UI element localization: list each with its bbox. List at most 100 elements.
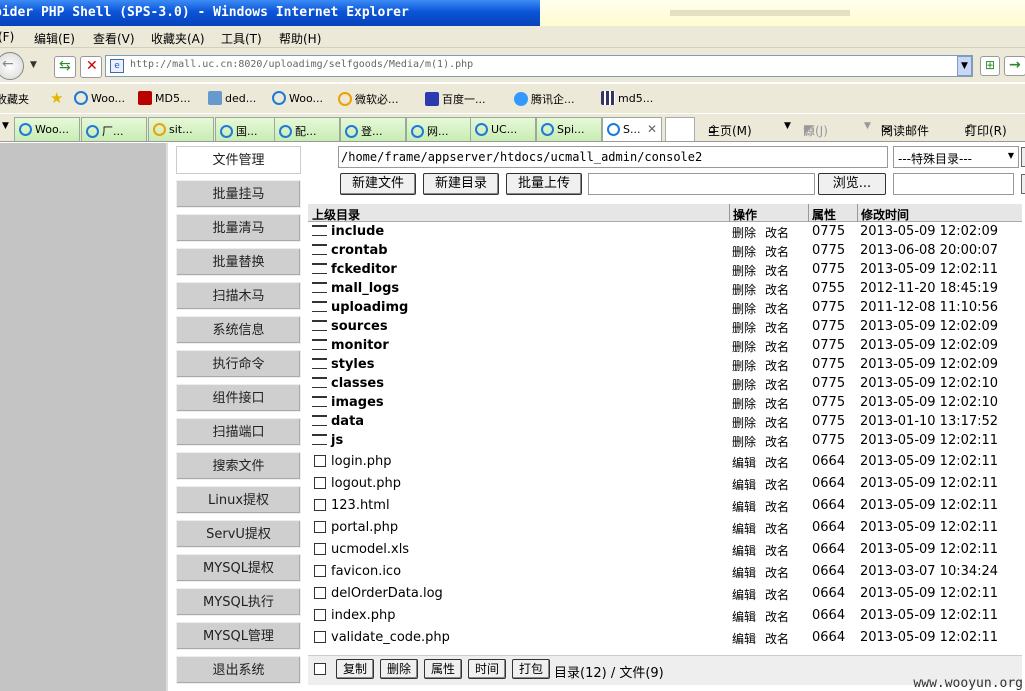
delete-action[interactable]: 删除 <box>732 376 756 393</box>
sidebar-item-10[interactable]: Linux提权 <box>176 486 301 514</box>
rename-action[interactable]: 改名 <box>765 498 789 515</box>
batch-upload-button[interactable]: 批量上传 <box>506 173 582 195</box>
attr-button[interactable]: 属性 <box>424 659 462 679</box>
go-path-button[interactable] <box>1021 147 1025 167</box>
tab-8[interactable]: UC... <box>470 117 536 141</box>
delete-action[interactable]: 删除 <box>732 338 756 355</box>
edit-action[interactable]: 编辑 <box>732 498 756 515</box>
edit-action[interactable]: 编辑 <box>732 630 756 647</box>
attr-link[interactable]: 0664 <box>812 454 845 469</box>
attr-link[interactable]: 0664 <box>812 476 845 491</box>
sidebar-item-0[interactable]: 文件管理 <box>176 146 301 174</box>
sidebar-item-5[interactable]: 系统信息 <box>176 316 301 344</box>
file-name-link[interactable]: login.php <box>314 454 392 469</box>
file-checkbox[interactable] <box>314 521 326 533</box>
address-dropdown-button[interactable]: ▼ <box>957 56 972 76</box>
file-name-link[interactable]: logout.php <box>314 476 401 491</box>
dir-name-link[interactable]: styles <box>312 357 374 372</box>
rename-action[interactable]: 改名 <box>765 454 789 471</box>
rename-action[interactable]: 改名 <box>765 395 789 412</box>
file-checkbox[interactable] <box>314 499 326 511</box>
dir-name-link[interactable]: fckeditor <box>312 262 397 277</box>
menu-file[interactable]: (F) <box>0 30 14 44</box>
attr-link[interactable]: 0664 <box>812 498 845 513</box>
fav-item-1[interactable]: Woo... <box>74 91 125 105</box>
delete-action[interactable]: 删除 <box>732 224 756 241</box>
time-button[interactable]: 时间 <box>468 659 506 679</box>
mtime-link[interactable]: 2013-05-09 12:02:11 <box>860 608 998 623</box>
sidebar-item-6[interactable]: 执行命令 <box>176 350 301 378</box>
mtime-link[interactable]: 2013-05-09 12:02:09 <box>860 224 998 239</box>
mtime-link[interactable]: 2013-05-09 12:02:09 <box>860 357 998 372</box>
sidebar-item-15[interactable]: 退出系统 <box>176 656 301 684</box>
sidebar-item-13[interactable]: MYSQL执行 <box>176 588 301 616</box>
mtime-link[interactable]: 2013-05-09 12:02:11 <box>860 433 998 448</box>
pack-button[interactable]: 打包 <box>512 659 550 679</box>
attr-link[interactable]: 0775 <box>812 395 845 410</box>
file-checkbox[interactable] <box>314 587 326 599</box>
rename-action[interactable]: 改名 <box>765 564 789 581</box>
attr-link[interactable]: 0664 <box>812 564 845 579</box>
file-checkbox[interactable] <box>314 565 326 577</box>
attr-link[interactable]: 0775 <box>812 262 845 277</box>
special-dir-select[interactable]: ---特殊目录--- <box>893 146 1019 168</box>
file-checkbox[interactable] <box>314 543 326 555</box>
rename-action[interactable]: 改名 <box>765 586 789 603</box>
tab-5[interactable]: 配... <box>274 117 340 141</box>
tab-9[interactable]: Spi... <box>536 117 602 141</box>
add-favorite-star-icon[interactable]: ★ <box>50 89 63 107</box>
parent-dir-link[interactable]: 上级目录 <box>312 206 360 223</box>
fav-item-7[interactable]: 腾讯企... <box>514 91 575 107</box>
rename-action[interactable]: 改名 <box>765 338 789 355</box>
tab-4[interactable]: 国... <box>215 117 281 141</box>
path-input[interactable]: /home/frame/appserver/htdocs/ucmall_admi… <box>338 146 888 168</box>
tab-2[interactable]: 厂... <box>81 117 147 141</box>
menu-edit[interactable]: 编辑(E) <box>34 30 75 47</box>
rename-action[interactable]: 改名 <box>765 608 789 625</box>
upload-file-input[interactable] <box>588 173 815 195</box>
mtime-link[interactable]: 2013-05-09 12:02:11 <box>860 498 998 513</box>
fav-item-6[interactable]: 百度一... <box>425 91 486 107</box>
rename-action[interactable]: 改名 <box>765 224 789 241</box>
attr-link[interactable]: 0755 <box>812 281 845 296</box>
dir-name-link[interactable]: crontab <box>312 243 388 258</box>
file-name-link[interactable]: portal.php <box>314 520 398 535</box>
tab-6[interactable]: 登... <box>340 117 406 141</box>
refresh-button[interactable]: ⇆ <box>54 56 76 78</box>
delete-action[interactable]: 删除 <box>732 319 756 336</box>
mtime-link[interactable]: 2013-05-09 12:02:11 <box>860 262 998 277</box>
mtime-link[interactable]: 2013-05-09 12:02:09 <box>860 319 998 334</box>
dir-name-link[interactable]: classes <box>312 376 384 391</box>
copy-button[interactable]: 复制 <box>336 659 374 679</box>
dir-name-link[interactable]: mall_logs <box>312 281 399 296</box>
delete-action[interactable]: 删除 <box>732 300 756 317</box>
mtime-link[interactable]: 2013-05-09 12:02:09 <box>860 338 998 353</box>
rename-action[interactable]: 改名 <box>765 262 789 279</box>
upload-name-input[interactable] <box>893 173 1014 195</box>
mtime-link[interactable]: 2013-01-10 13:17:52 <box>860 414 998 429</box>
file-name-link[interactable]: ucmodel.xls <box>314 542 409 557</box>
browse-button[interactable]: 浏览... <box>818 173 886 195</box>
sidebar-item-7[interactable]: 组件接口 <box>176 384 301 412</box>
edit-action[interactable]: 编辑 <box>732 586 756 603</box>
file-name-link[interactable]: 123.html <box>314 498 390 513</box>
dir-name-link[interactable]: uploadimg <box>312 300 408 315</box>
attr-link[interactable]: 0775 <box>812 319 845 334</box>
file-checkbox[interactable] <box>314 455 326 467</box>
sidebar-item-12[interactable]: MYSQL提权 <box>176 554 301 582</box>
fav-item-5[interactable]: 微软必... <box>338 91 399 107</box>
sidebar-item-14[interactable]: MYSQL管理 <box>176 622 301 650</box>
tab-1[interactable]: Woo... <box>14 117 80 141</box>
tab-active[interactable]: S... ✕ <box>602 117 662 141</box>
compat-view-button[interactable]: ⊞ <box>980 56 1000 76</box>
mtime-link[interactable]: 2013-05-09 12:02:11 <box>860 476 998 491</box>
delete-action[interactable]: 删除 <box>732 357 756 374</box>
mtime-link[interactable]: 2013-03-07 10:34:24 <box>860 564 998 579</box>
mtime-link[interactable]: 2012-11-20 18:45:19 <box>860 281 998 296</box>
rename-action[interactable]: 改名 <box>765 520 789 537</box>
home-dropdown-icon[interactable]: ▼ <box>784 121 791 131</box>
sidebar-item-11[interactable]: ServU提权 <box>176 520 301 548</box>
delete-action[interactable]: 删除 <box>732 395 756 412</box>
sidebar-item-9[interactable]: 搜索文件 <box>176 452 301 480</box>
edit-action[interactable]: 编辑 <box>732 520 756 537</box>
